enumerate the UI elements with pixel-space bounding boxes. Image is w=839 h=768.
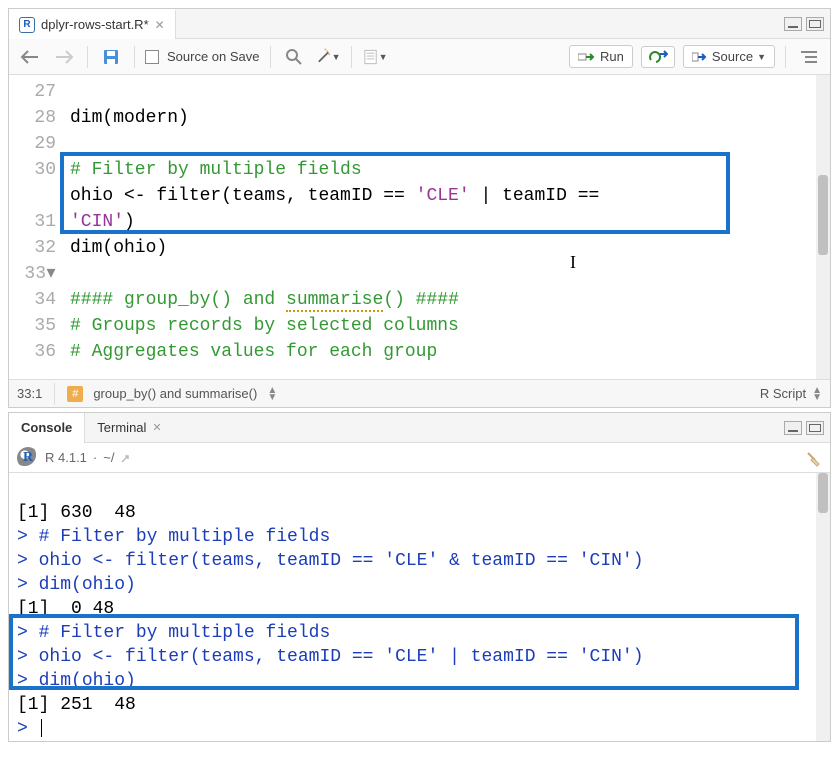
console-output: [1] 630 48 [17,503,136,523]
console-line: > # Filter by multiple fields [17,527,330,547]
run-button-label: Run [600,49,624,64]
back-button[interactable] [17,44,43,70]
popout-icon[interactable] [120,452,134,464]
chevron-down-icon: ▼ [379,52,388,62]
console-line: > dim(ohio) [17,575,136,595]
forward-button[interactable] [51,44,77,70]
minimize-button[interactable] [784,421,802,435]
terminal-tab[interactable]: Terminal ✕ [85,413,173,443]
console-toolbar: R R 4.1.1 · ~/ [9,443,830,473]
editor-scrollbar[interactable] [816,75,830,379]
console-prompt[interactable]: > [17,719,42,739]
section-badge-icon: # [67,386,83,402]
sort-icon[interactable]: ▲▼ [812,387,822,401]
editor-body[interactable]: 27 28 29 30 31 32 33▾ 34 35 36 dim(moder… [9,75,830,379]
text-caret: I [570,249,576,275]
file-tab-label: dplyr-rows-start.R* [41,17,149,32]
source-editor-pane: R dplyr-rows-start.R* ✕ Source on Save ▼ [8,8,831,408]
language-label[interactable]: R Script [760,386,806,401]
code-line: # Aggregates values for each group [70,342,437,362]
console-tab[interactable]: Console [9,413,85,443]
working-dir[interactable]: ~/ [103,450,114,465]
find-button[interactable] [281,44,307,70]
code-line: ohio <- filter(teams, teamID == 'CLE' | … [70,186,610,232]
close-icon[interactable]: ✕ [152,421,161,434]
fold-icon[interactable]: ▾ [46,261,56,287]
editor-toolbar: Source on Save ▼ ▼ Run Source ▼ [9,39,830,75]
source-on-save-checkbox[interactable] [145,50,159,64]
console-body[interactable]: [1] 630 48 > # Filter by multiple fields… [9,473,830,741]
source-button[interactable]: Source ▼ [683,45,775,68]
code-line: # Filter by multiple fields [70,160,362,180]
source-on-save-label: Source on Save [167,49,260,64]
file-tab[interactable]: R dplyr-rows-start.R* ✕ [9,9,176,39]
code-line: #### group_by() and summarise() #### [70,290,459,312]
sort-icon[interactable]: ▲▼ [267,387,277,401]
editor-tabs: R dplyr-rows-start.R* ✕ [9,9,830,39]
rerun-button[interactable] [641,46,675,68]
r-version-label: R 4.1.1 [45,450,87,465]
window-controls [784,17,824,31]
source-button-label: Source [712,49,753,64]
section-label[interactable]: group_by() and summarise() [93,386,257,401]
close-icon[interactable]: ✕ [155,18,165,32]
console-output: [1] 0 48 [17,599,114,619]
minimize-button[interactable] [784,17,802,31]
r-logo-icon: R [17,447,39,469]
console-line: > ohio <- filter(teams, teamID == 'CLE' … [17,647,644,667]
code-line: dim(ohio) [70,238,167,258]
console-pane: Console Terminal ✕ R R 4.1.1 · ~/ [1] 63… [8,412,831,742]
code-line: # Groups records by selected columns [70,316,459,336]
code-area[interactable]: dim(modern) # Filter by multiple fields … [64,75,816,379]
cursor-position: 33:1 [17,386,42,401]
wand-button[interactable]: ▼ [315,44,341,70]
maximize-button[interactable] [806,421,824,435]
console-output: [1] 251 48 [17,695,136,715]
outline-button[interactable] [796,44,822,70]
run-button[interactable]: Run [569,45,633,68]
line-gutter: 27 28 29 30 31 32 33▾ 34 35 36 [9,75,64,379]
save-button[interactable] [98,44,124,70]
editor-status-bar: 33:1 # group_by() and summarise() ▲▼ R S… [9,379,830,407]
chevron-down-icon: ▼ [332,52,341,62]
console-line: > dim(ohio) [17,671,136,691]
maximize-button[interactable] [806,17,824,31]
console-line: > ohio <- filter(teams, teamID == 'CLE' … [17,551,644,571]
console-line: > # Filter by multiple fields [17,623,330,643]
clear-console-button[interactable] [804,449,822,467]
notebook-button[interactable]: ▼ [362,44,388,70]
chevron-down-icon: ▼ [757,52,766,62]
window-controls [784,421,824,435]
console-tabs: Console Terminal ✕ [9,413,830,443]
r-file-icon: R [19,17,35,33]
console-scrollbar[interactable] [816,473,830,741]
code-line: dim(modern) [70,108,189,128]
